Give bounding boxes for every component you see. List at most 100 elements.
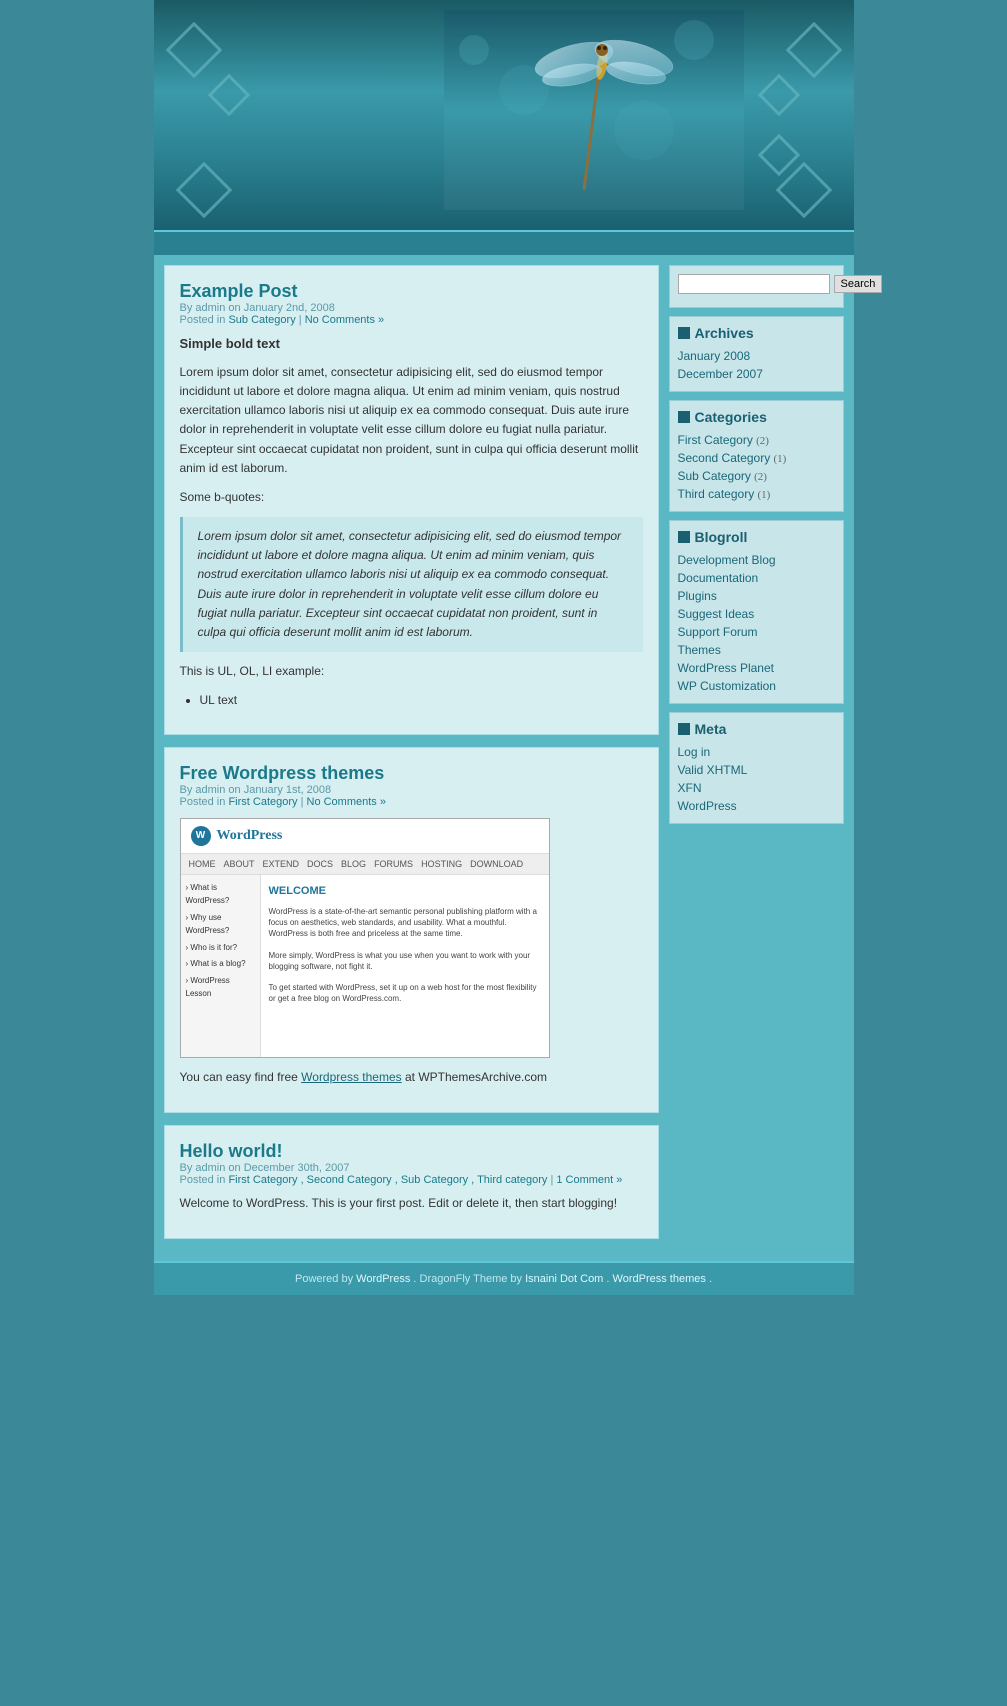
post-hello-world: Hello world! By admin on December 30th, … [164,1125,659,1239]
blogroll-item-2: Documentation [678,569,835,587]
meta-link-4[interactable]: WordPress [678,799,737,813]
archives-widget: Archives January 2008 December 2007 [669,316,844,392]
cat-link-3[interactable]: Sub Category [678,469,751,483]
post-author-date-2: By admin on January 1st, 2008 [180,784,332,796]
wp-nav-hosting: HOSTING [421,857,462,871]
meta-link-1[interactable]: Log in [678,745,711,759]
wp-nav-download: DOWNLOAD [470,857,523,871]
footer-wordpress-link[interactable]: WordPress [356,1273,410,1285]
blogroll-link-3[interactable]: Plugins [678,589,717,603]
post-title-example[interactable]: Example Post [180,281,298,301]
cat-count-2: (1) [773,453,786,465]
post-comments-link[interactable]: No Comments » [305,314,384,326]
post-category-link-2[interactable]: First Category [228,796,297,808]
wp-main: WELCOME WordPress is a state-of-the-art … [261,875,549,1056]
post-content-example: Simple bold text Lorem ipsum dolor sit a… [180,334,643,711]
wp-body-text: WordPress is a state-of-the-art semantic… [269,906,541,940]
archives-icon [678,327,690,339]
search-button[interactable]: Search [834,275,883,293]
cat-link-1[interactable]: First Category [678,433,753,447]
post-category-link[interactable]: Sub Category [228,314,295,326]
diamond-decoration [757,74,799,116]
meta-link-2[interactable]: Valid XHTML [678,763,748,777]
posted-in-label-2: Posted in [180,796,226,808]
wp-body-text-2: More simply, WordPress is what you use w… [269,950,541,972]
blockquote: Lorem ipsum dolor sit amet, consectetur … [180,517,643,652]
blogroll-link-1[interactable]: Development Blog [678,553,776,567]
categories-widget: Categories First Category (2) Second Cat… [669,400,844,512]
archive-dec-link[interactable]: December 2007 [678,367,763,381]
meta-item-3: XFN [678,779,835,797]
post-comments-link-3[interactable]: 1 Comment » [556,1174,622,1186]
blogroll-link-4[interactable]: Suggest Ideas [678,607,755,621]
diamond-decoration [757,134,799,176]
outer-wrapper: Example Post By admin on January 2nd, 20… [154,255,854,1261]
wp-nav-docs: DOCS [307,857,333,871]
post-categories-link[interactable]: First Category , Second Category , Sub C… [228,1174,547,1186]
blogroll-item-6: Themes [678,641,835,659]
blogroll-icon [678,531,690,543]
meta-link-3[interactable]: XFN [678,781,702,795]
blogroll-list: Development Blog Documentation Plugins S… [678,551,835,695]
meta-widget: Meta Log in Valid XHTML XFN WordPress [669,712,844,824]
post-meta-free-themes: By admin on January 1st, 2008 Posted in … [180,784,643,808]
footer-theme-text: . DragonFly Theme by [413,1273,522,1285]
meta-icon [678,723,690,735]
bold-heading: Simple bold text [180,334,643,355]
cat-item-1: First Category (2) [678,431,835,449]
categories-list: First Category (2) Second Category (1) S… [678,431,835,503]
post-free-themes: Free Wordpress themes By admin on Januar… [164,747,659,1113]
blogroll-link-8[interactable]: WP Customization [678,679,776,693]
post-meta-hello-world: By admin on December 30th, 2007 Posted i… [180,1162,643,1186]
post-meta-example: By admin on January 2nd, 2008 Posted in … [180,302,643,326]
footer-isnaini-link[interactable]: Isnaini Dot Com [525,1273,603,1285]
post-content-hello-world: Welcome to WordPress. This is your first… [180,1194,643,1213]
blogroll-item-8: WP Customization [678,677,835,695]
footer-powered-by: Powered by [295,1273,353,1285]
wp-sidebar-item: › What is a blog? [186,956,255,973]
intro-paragraph: Lorem ipsum dolor sit amet, consectetur … [180,363,643,478]
diamond-decoration [207,74,249,116]
post-title-hello-world[interactable]: Hello world! [180,1141,283,1161]
wp-nav-blog: BLOG [341,857,366,871]
meta-list: Log in Valid XHTML XFN WordPress [678,743,835,815]
post-title-free-themes[interactable]: Free Wordpress themes [180,763,385,783]
blogroll-link-5[interactable]: Support Forum [678,625,758,639]
wp-header: W WordPress [181,819,549,854]
ul-list: UL text [200,691,643,710]
post-comments-link-2[interactable]: No Comments » [307,796,386,808]
blogroll-item-5: Support Forum [678,623,835,641]
search-input[interactable] [678,274,830,294]
main-content: Example Post By admin on January 2nd, 20… [164,265,659,1251]
hello-world-body: Welcome to WordPress. This is your first… [180,1194,643,1213]
cat-link-4[interactable]: Third category [678,487,755,501]
archive-item-dec: December 2007 [678,365,835,383]
blogroll-link-2[interactable]: Documentation [678,571,759,585]
wp-nav-about: ABOUT [224,857,255,871]
wp-logo-icon: W [191,826,211,846]
blogroll-link-7[interactable]: WordPress Planet [678,661,775,675]
archives-title: Archives [678,325,835,341]
posted-in-label-3: Posted in [180,1174,226,1186]
nav-bar [154,230,854,255]
blogroll-item-7: WordPress Planet [678,659,835,677]
free-themes-text: You can easy find free Wordpress themes … [180,1068,643,1087]
meta-title: Meta [678,721,835,737]
archive-jan-link[interactable]: January 2008 [678,349,751,363]
wp-nav-extend: EXTEND [263,857,300,871]
diamond-decoration [165,22,222,79]
footer-themes-link[interactable]: WordPress themes [613,1273,706,1285]
blogroll-link-6[interactable]: Themes [678,643,721,657]
wp-sidebar-item: › Who is it for? [186,940,255,957]
wordpress-themes-link[interactable]: Wordpress themes [301,1070,401,1084]
wp-nav-forums: FORUMS [374,857,413,871]
list-intro: This is UL, OL, LI example: [180,662,643,681]
archives-list: January 2008 December 2007 [678,347,835,383]
wp-sidebar-item: › Why use WordPress? [186,910,255,940]
post-author-date-3: By admin on December 30th, 2007 [180,1162,350,1174]
meta-item-4: WordPress [678,797,835,815]
cat-link-2[interactable]: Second Category [678,451,771,465]
wp-sidebar-item: › WordPress Lesson [186,973,255,1003]
content-wrapper: Example Post By admin on January 2nd, 20… [164,265,844,1251]
wp-sidebar-item: › What is WordPress? [186,880,255,910]
